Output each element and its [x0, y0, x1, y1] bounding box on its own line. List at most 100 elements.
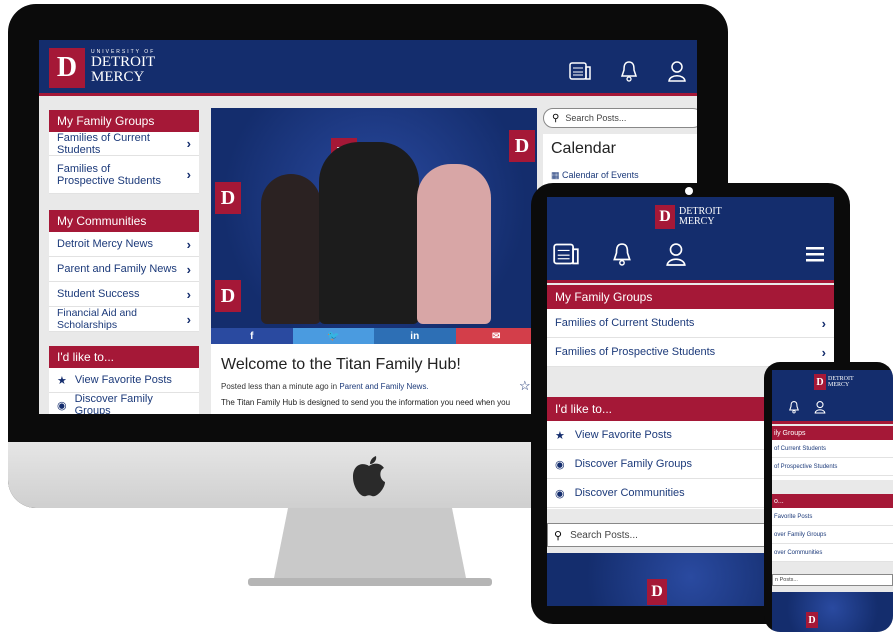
like-to-item[interactable]: ★ View Favorite Posts — [49, 368, 199, 393]
backdrop-logo: D — [215, 280, 241, 312]
phone-family-groups-item[interactable]: of Current Students — [772, 440, 893, 458]
twitter-icon[interactable]: 🐦 — [292, 328, 374, 344]
phone-family-groups: ily Groups of Current Students of Prospe… — [772, 426, 893, 480]
tablet-family-groups: My Family Groups Families of Current Stu… — [547, 285, 834, 367]
menu-icon[interactable] — [805, 245, 825, 263]
phone-family-groups-item[interactable]: of Prospective Students — [772, 458, 893, 476]
backdrop-logo: D — [647, 579, 667, 605]
communities-item[interactable]: Financial Aid and Scholarships › — [49, 307, 199, 332]
item-label: Families of Prospective Students — [555, 346, 716, 358]
phone-like-to-item[interactable]: over Communities — [772, 544, 893, 562]
item-label: Families of Current Students — [57, 131, 150, 156]
compass-icon: ◉ — [555, 458, 565, 471]
post-category-link[interactable]: Parent and Family News. — [339, 382, 428, 391]
family-groups-panel: My Family Groups Families of Current Stu… — [49, 110, 199, 194]
communities-item[interactable]: Student Success › — [49, 282, 199, 307]
communities-item[interactable]: Detroit Mercy News › — [49, 232, 199, 257]
bell-icon[interactable] — [619, 60, 639, 82]
share-bar: f 🐦 in ✉ — [211, 328, 537, 344]
phone-like-to-title: o... — [772, 494, 893, 508]
news-icon[interactable] — [569, 62, 591, 80]
user-icon[interactable] — [667, 60, 687, 82]
communities-title: My Communities — [49, 210, 199, 232]
user-icon[interactable] — [665, 241, 687, 267]
like-to-item[interactable]: ◉ Discover Family Groups — [49, 393, 199, 414]
chevron-right-icon: › — [821, 315, 826, 331]
calendar-title: Calendar — [551, 140, 616, 157]
communities-item[interactable]: Parent and Family News › — [49, 257, 199, 282]
linkedin-icon[interactable]: in — [374, 328, 456, 344]
calendar-link[interactable]: ▦ Calendar of Events — [551, 170, 639, 181]
news-icon[interactable] — [553, 243, 579, 265]
backdrop-logo: D — [509, 130, 535, 162]
phone-like-to-item[interactable]: Favorite Posts — [772, 508, 893, 526]
monitor-stand — [248, 508, 492, 586]
email-icon[interactable]: ✉ — [455, 328, 537, 344]
facebook-icon[interactable]: f — [211, 328, 293, 344]
item-label: View Favorite Posts — [574, 429, 672, 441]
item-label: Families of Current Students — [555, 317, 695, 329]
item-label: Student Success — [57, 288, 140, 300]
post-card: D D D D f 🐦 in ✉ Welcome to the Titan Fa… — [211, 108, 537, 414]
tablet-family-groups-item[interactable]: Families of Current Students › — [547, 309, 834, 338]
search-icon: ⚲ — [554, 529, 563, 542]
star-icon: ★ — [57, 374, 67, 387]
like-to-panel: I'd like to... ★ View Favorite Posts ◉ Dis… — [49, 346, 199, 414]
item-label: of Prospective Students — [774, 463, 838, 470]
post-photo[interactable]: D D D D f 🐦 in ✉ — [211, 108, 537, 344]
family-groups-item[interactable]: Families of Current Students › — [49, 132, 199, 156]
family-groups-item[interactable]: Families of Prospective Students › — [49, 156, 199, 194]
logo-text[interactable]: DETROIT MERCY — [679, 207, 722, 227]
logo-line1: DETROIT — [91, 54, 156, 70]
backdrop-logo: D — [215, 182, 241, 214]
item-label: Parent and Family News — [57, 263, 177, 275]
like-to-title: I'd like to... — [49, 346, 199, 368]
tablet-camera — [685, 187, 693, 195]
calendar-link-label: Calendar of Events — [562, 170, 639, 180]
item-label: Families of Prospective Students — [57, 162, 161, 187]
item-label: Financial Aid and Scholarships — [57, 307, 137, 331]
item-label: Favorite Posts — [774, 513, 813, 520]
post-title[interactable]: Welcome to the Titan Family Hub! — [221, 356, 461, 374]
item-label: over Communities — [774, 549, 823, 556]
bell-icon[interactable] — [611, 241, 633, 267]
user-icon[interactable] — [814, 400, 826, 414]
phone-device: D DETROIT MERCY ily Groups of Current St… — [764, 362, 893, 632]
phone-post-photo[interactable]: D — [772, 592, 893, 632]
bell-icon[interactable] — [788, 400, 800, 414]
logo-line2: MERCY — [91, 69, 145, 85]
family-groups-title: My Family Groups — [49, 110, 199, 132]
person-graduate — [319, 142, 419, 324]
phone-family-groups-title: ily Groups — [772, 426, 893, 440]
compass-icon: ◉ — [57, 399, 67, 412]
favorite-star-icon[interactable]: ☆ — [519, 378, 531, 394]
logo-text[interactable]: DETROIT MERCY — [828, 376, 854, 388]
phone-header: D DETROIT MERCY — [772, 370, 893, 424]
item-label: of Current Students — [774, 445, 827, 452]
search-input[interactable]: ⚲ Search Posts... — [543, 108, 697, 128]
tablet-header: D DETROIT MERCY — [547, 197, 834, 283]
logo-mark[interactable]: D — [49, 48, 85, 88]
phone-search-input[interactable]: n Posts... — [772, 574, 893, 586]
chevron-right-icon: › — [186, 261, 191, 277]
post-meta: Posted less than a minute ago in Parent … — [221, 382, 429, 391]
phone-like-to-item[interactable]: over Family Groups — [772, 526, 893, 544]
person-right — [417, 164, 491, 324]
search-placeholder: Search Posts... — [570, 529, 638, 541]
logo-mark[interactable]: D — [814, 374, 826, 390]
chevron-right-icon: › — [186, 286, 191, 302]
compass-icon: ◉ — [555, 487, 565, 500]
communities-panel: My Communities Detroit Mercy News › Paren… — [49, 210, 199, 332]
phone-like-to: o... Favorite Posts over Family Groups o… — [772, 494, 893, 562]
logo-line2: MERCY — [828, 382, 850, 388]
backdrop-logo: D — [806, 612, 818, 628]
search-icon: ⚲ — [552, 112, 560, 124]
apple-logo-icon — [349, 452, 389, 498]
calendar-icon: ▦ — [551, 170, 560, 180]
item-label: over Family Groups — [774, 531, 827, 538]
logo-mark[interactable]: D — [655, 205, 675, 229]
logo-text[interactable]: UNIVERSITY OF DETROIT MERCY — [91, 50, 155, 85]
post-meta-text: Posted less than a minute ago in — [221, 382, 338, 391]
chevron-right-icon: › — [821, 344, 826, 360]
item-label: Detroit Mercy News — [57, 238, 153, 250]
